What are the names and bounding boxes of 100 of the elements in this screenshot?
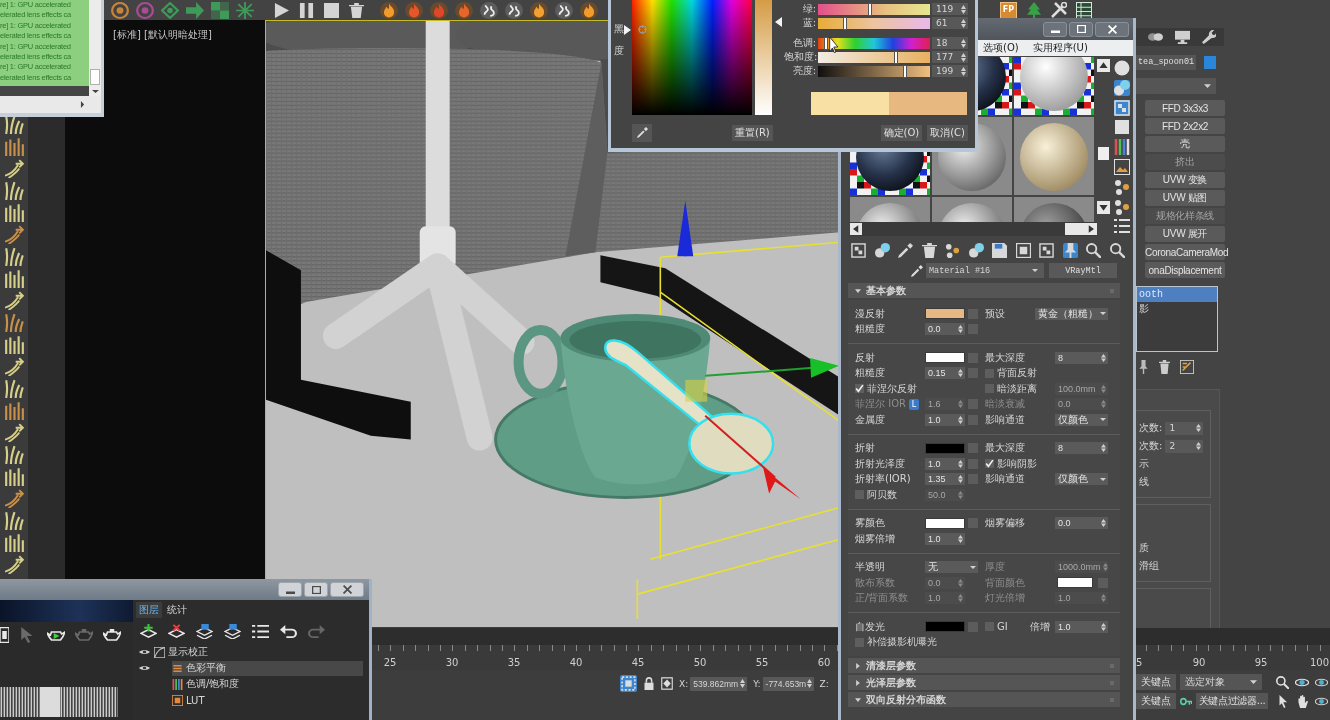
spinner-arrows-icon[interactable] — [1101, 622, 1106, 631]
expand-arrow-icon[interactable] — [855, 662, 861, 669]
ok-button[interactable]: 确定(O) — [880, 124, 923, 141]
tools-icon[interactable] — [1051, 2, 1067, 18]
spinner-arrows-icon[interactable] — [961, 52, 966, 62]
layer-item[interactable]: LUT — [136, 692, 363, 708]
x-coordinate-field[interactable]: 539.862mm — [690, 676, 748, 691]
collapse-arrow-icon[interactable] — [855, 287, 861, 294]
modifier-button[interactable]: UVW 贴图 — [1145, 190, 1225, 206]
scroll-right-icon[interactable] — [80, 101, 85, 108]
spinner-arrows-icon[interactable] — [958, 415, 963, 424]
close-button[interactable] — [330, 582, 364, 597]
rollout-header[interactable]: 基本参数 — [848, 283, 1120, 298]
marker-icon[interactable] — [775, 17, 782, 27]
scroll-down-icon[interactable] — [1097, 201, 1110, 214]
dots-icon[interactable] — [1114, 178, 1130, 195]
ring-icon[interactable] — [111, 1, 129, 19]
monitor-icon[interactable] — [1175, 30, 1190, 44]
spreadsheet-icon[interactable] — [1076, 1, 1092, 19]
play-icon[interactable] — [274, 2, 289, 18]
color-slider[interactable] — [818, 3, 930, 15]
delete-layer-icon[interactable] — [168, 623, 185, 639]
spinner-field[interactable]: 199 — [932, 65, 968, 77]
spinner-field[interactable]: 1.0 — [925, 457, 965, 470]
rollout-header[interactable]: 清漆层参数 — [848, 658, 1120, 673]
menu-item[interactable]: 选项(O) — [983, 41, 1019, 55]
grass-icon[interactable] — [4, 511, 24, 530]
collapse-arrow-icon[interactable] — [855, 696, 861, 703]
spinner-arrows-icon[interactable] — [1101, 353, 1106, 362]
color-bars-icon[interactable] — [1114, 139, 1130, 156]
spinner-arrows-icon[interactable] — [958, 475, 963, 484]
dropdown[interactable]: 无 — [925, 561, 978, 574]
flame-icon[interactable] — [580, 1, 598, 19]
pin-icon[interactable] — [1138, 360, 1149, 374]
spinner-arrows-icon[interactable] — [958, 325, 963, 334]
grass-icon[interactable] — [4, 247, 24, 266]
spinner-arrows-icon[interactable] — [961, 18, 966, 28]
modifier-stack-item[interactable]: 影 — [1137, 302, 1217, 317]
grass-icon[interactable] — [4, 533, 24, 552]
swirl-icon[interactable] — [480, 1, 498, 19]
tab[interactable]: 图层 — [136, 602, 162, 618]
square-icon[interactable] — [1114, 119, 1130, 136]
image-thumbnail[interactable] — [60, 687, 118, 717]
slider-thumb[interactable] — [869, 3, 872, 15]
spinner-field[interactable]: 0.0 — [925, 323, 965, 336]
picture-icon[interactable] — [1114, 159, 1130, 175]
list-icon[interactable] — [252, 623, 269, 639]
spinner-arrows-icon[interactable] — [961, 4, 966, 14]
grass-icon[interactable] — [4, 137, 24, 156]
list-icon[interactable] — [1114, 218, 1130, 235]
spinner-arrows-icon[interactable] — [1101, 444, 1106, 453]
spinner-arrows-icon[interactable] — [1101, 519, 1106, 528]
modifier-button[interactable]: UVW 展开 — [1145, 226, 1225, 242]
caret-icon[interactable] — [1204, 83, 1211, 89]
spinner-arrows-icon[interactable] — [806, 679, 812, 688]
auto-key-button[interactable]: 关键点 — [1136, 674, 1176, 690]
color-slider[interactable] — [818, 17, 930, 29]
image-thumbnail[interactable] — [40, 687, 60, 717]
checker-icon[interactable] — [851, 242, 866, 258]
scroll-up-icon[interactable] — [1097, 59, 1110, 72]
spheres-icon[interactable] — [1114, 79, 1130, 96]
spinner-arrows-icon[interactable] — [961, 38, 966, 48]
color-swatch[interactable] — [925, 442, 965, 454]
layer-icon[interactable] — [224, 623, 241, 639]
spinner-field[interactable]: 18 — [932, 37, 968, 49]
minimize-button[interactable] — [1043, 21, 1067, 37]
eyedropper-icon[interactable] — [911, 264, 923, 277]
circles-icon[interactable] — [1148, 31, 1163, 43]
color-slider[interactable] — [818, 37, 930, 49]
trash-icon[interactable] — [1159, 360, 1170, 374]
y-coordinate-field[interactable]: -774.653m — [762, 676, 814, 691]
selection-dropdown[interactable]: 选定对象 — [1180, 674, 1262, 690]
modifier-button[interactable]: FFD 3x3x3 — [1145, 100, 1225, 116]
spinner-field[interactable]: 2 — [1165, 439, 1204, 453]
spinner-arrows-icon[interactable] — [958, 369, 963, 378]
dots-icon[interactable] — [1114, 198, 1130, 215]
stop-icon[interactable] — [324, 2, 339, 18]
selection-lock-icon[interactable] — [620, 675, 637, 692]
rollout-header[interactable]: 光泽层参数 — [848, 675, 1120, 690]
checker-icon[interactable] — [1039, 242, 1054, 258]
curved-arrow-icon[interactable] — [4, 555, 24, 574]
tree-icon[interactable] — [1026, 1, 1042, 19]
wrench-icon[interactable] — [1202, 30, 1216, 44]
scrollbar[interactable] — [850, 222, 1097, 236]
spinner-arrows-icon[interactable] — [740, 679, 746, 688]
spinner-field[interactable]: 1.0 — [1055, 620, 1108, 633]
material-type-button[interactable]: VRayMtl — [1049, 263, 1117, 278]
layer-item[interactable]: 显示校正 — [136, 644, 363, 660]
slider-thumb[interactable] — [824, 37, 827, 49]
pipette-icon[interactable] — [898, 242, 913, 258]
expand-arrow-icon[interactable] — [855, 679, 861, 686]
time-slider-track[interactable] — [1136, 628, 1330, 645]
spinner-field[interactable]: 0.15 — [925, 367, 965, 380]
color-slider[interactable] — [818, 65, 930, 77]
set-key-button[interactable]: 关键点 — [1136, 693, 1176, 709]
flame-icon[interactable] — [455, 1, 473, 19]
rollout-header[interactable]: 双向反射分布函数 — [848, 692, 1120, 707]
curved-arrow-icon[interactable] — [4, 225, 24, 244]
scrollbar-thumb[interactable] — [90, 69, 100, 85]
minimize-button[interactable] — [278, 582, 302, 597]
